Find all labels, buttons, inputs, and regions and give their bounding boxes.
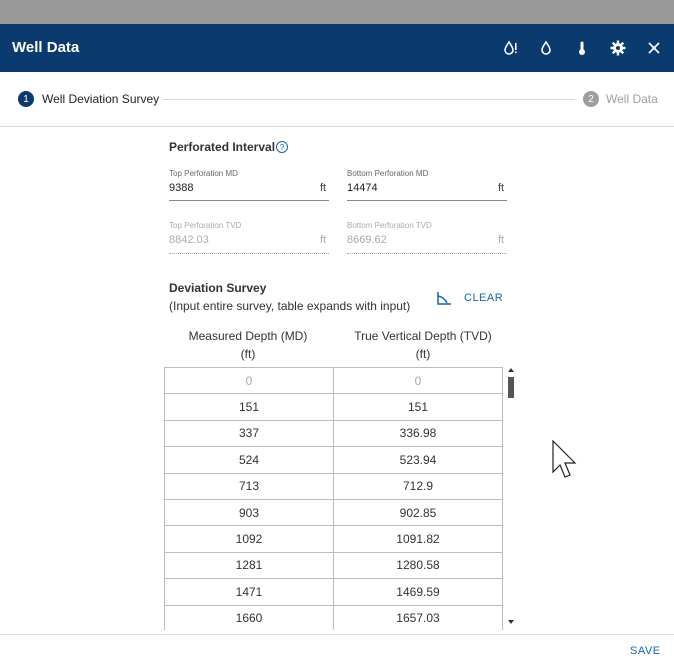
bottom-perforation-md-label: Bottom Perforation MD [347,169,429,178]
gear-icon[interactable] [607,37,629,59]
step-1-number[interactable]: 1 [18,91,34,107]
deviation-survey-table: 0 0 151 151 337 336.98 524 523.94 713 71… [164,367,503,630]
scroll-up-arrow-icon[interactable] [508,368,514,372]
bottom-perforation-md-unit: ft [498,182,505,194]
table-row: 1471 1469.59 [165,579,503,606]
dialog-footer [0,634,674,669]
step-2-label[interactable]: Well Data [606,92,658,106]
deviation-survey-subtitle: (Input entire survey, table expands with… [169,299,411,313]
md-cell[interactable]: 713 [165,473,334,500]
deviation-survey-title: Deviation Survey [169,281,267,295]
help-icon[interactable]: ? [276,141,288,153]
tvd-column-unit: (ft) [415,347,431,361]
eraser-icon [437,292,451,305]
bottom-perforation-tvd-value: 8669.62 [347,234,387,246]
table-row: 1092 1091.82 [165,526,503,553]
table-row: 1281 1280.58 [165,552,503,580]
tvd-cell[interactable]: 902.85 [334,499,503,527]
step-1-label[interactable]: Well Deviation Survey [42,92,159,106]
md-cell[interactable]: 0 [165,368,334,395]
bottom-perforation-md-underline [347,200,507,201]
bottom-perforation-tvd-label: Bottom Perforation TVD [347,221,432,230]
tvd-column-header: True Vertical Depth (TVD) (ft) [333,327,513,363]
tvd-cell[interactable]: 523.94 [334,447,503,474]
tvd-cell[interactable]: 1091.82 [334,526,503,553]
scrollbar-thumb[interactable] [508,377,514,398]
table-row: 713 712.9 [165,473,503,500]
bottom-perforation-md-input[interactable]: 14474 [347,182,378,194]
md-cell[interactable]: 1281 [165,552,334,580]
table-row: 0 0 [165,368,503,395]
md-column-header: Measured Depth (MD) (ft) [164,327,332,363]
step-connector [163,99,575,100]
md-cell[interactable]: 151 [165,394,334,421]
md-column-title: Measured Depth (MD) [188,329,308,343]
md-cell[interactable]: 524 [165,447,334,474]
clear-button[interactable]: CLEAR [436,289,503,307]
table-row: 524 523.94 [165,447,503,474]
table-row: 903 902.85 [165,499,503,527]
close-icon[interactable] [643,37,665,59]
top-perforation-tvd-label: Top Perforation TVD [169,221,242,230]
dimmed-backdrop [0,0,674,24]
table-row: 1660 1657.03 [165,605,503,630]
md-cell[interactable]: 903 [165,499,334,527]
tvd-cell[interactable]: 0 [334,368,503,395]
md-cell[interactable]: 337 [165,420,334,448]
top-perforation-tvd-value: 8842.03 [169,234,209,246]
tvd-cell[interactable]: 1469.59 [334,579,503,606]
water-alert-icon[interactable] [499,37,521,59]
mouse-cursor-icon [552,440,577,478]
top-perforation-tvd-underline [169,253,329,254]
water-drop-icon[interactable] [535,37,557,59]
tvd-column-title: True Vertical Depth (TVD) [354,329,492,343]
step-2-number[interactable]: 2 [583,91,599,107]
md-cell[interactable]: 1471 [165,579,334,606]
md-column-unit: (ft) [240,347,256,361]
window-title: Well Data [12,39,80,56]
top-perforation-md-underline [169,200,329,201]
tvd-cell[interactable]: 1657.03 [334,605,503,630]
md-cell[interactable]: 1092 [165,526,334,553]
save-button[interactable]: SAVE [630,645,661,657]
tvd-cell[interactable]: 151 [334,394,503,421]
top-perforation-md-label: Top Perforation MD [169,169,238,178]
top-perforation-md-input[interactable]: 9388 [169,182,193,194]
title-bar: Well Data [0,24,674,72]
thermometer-icon[interactable] [571,37,593,59]
scroll-down-arrow-icon[interactable] [508,620,514,624]
clear-button-label: CLEAR [464,292,504,304]
table-scrollbar[interactable] [506,367,516,629]
top-perforation-md-unit: ft [320,182,327,194]
md-cell[interactable]: 1660 [165,605,334,630]
bottom-perforation-tvd-underline [347,253,507,254]
table-row: 337 336.98 [165,420,503,448]
top-perforation-tvd-unit: ft [320,234,327,246]
tvd-cell[interactable]: 336.98 [334,420,503,448]
tvd-cell[interactable]: 712.9 [334,473,503,500]
bottom-perforation-tvd-unit: ft [498,234,505,246]
perforated-interval-title: Perforated Interval [169,140,276,154]
tvd-cell[interactable]: 1280.58 [334,552,503,580]
table-row: 151 151 [165,394,503,421]
